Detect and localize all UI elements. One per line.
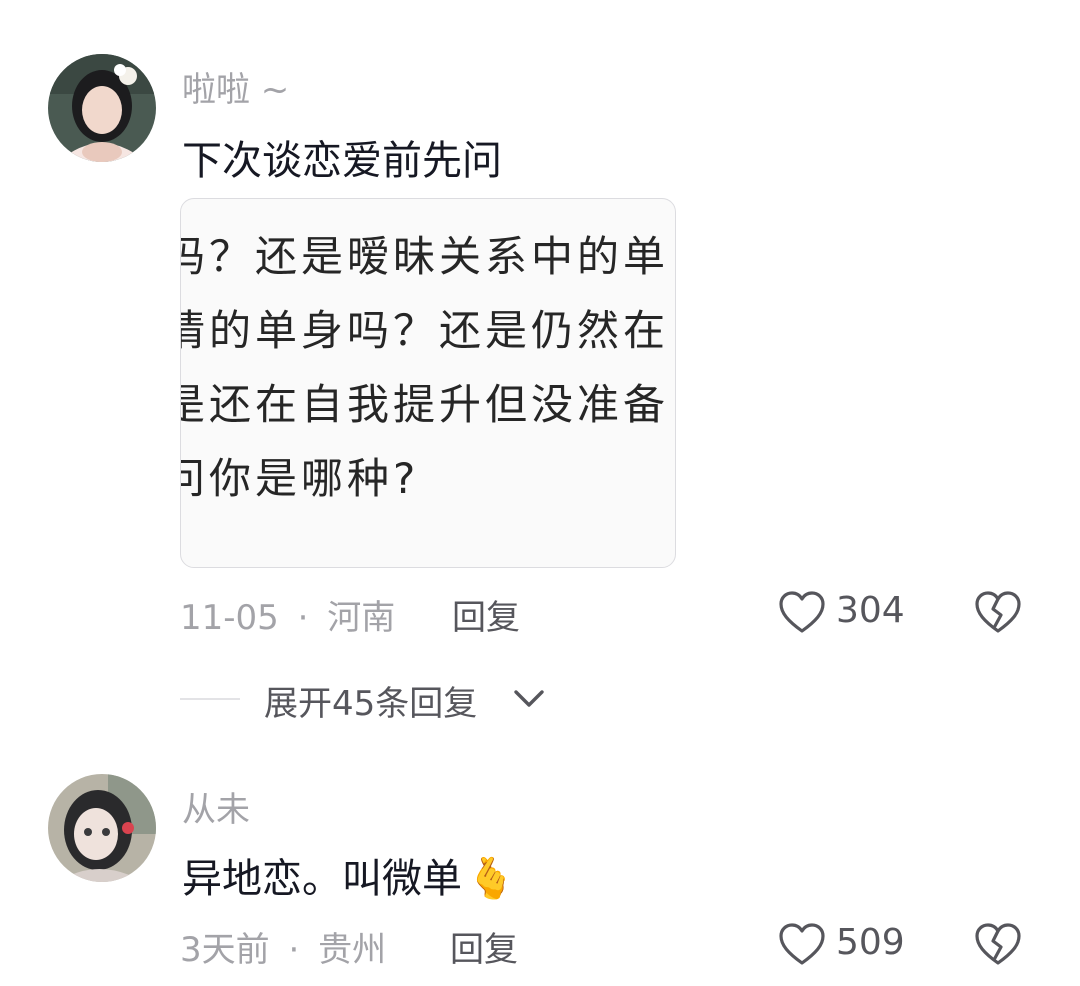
image-text-line: 是还在自我提升但没准备 [180, 380, 670, 429]
reply-button[interactable]: 回复 [450, 922, 518, 971]
heart-outline-icon[interactable] [778, 590, 826, 634]
comment-meta: 3天前 · 贵州 [180, 922, 386, 971]
image-text-line: 吗？还是暧昧关系中的单 [180, 232, 670, 281]
comment-username[interactable]: 从未 [182, 782, 250, 831]
comment-text-body: 异地恋。叫微单 [182, 856, 462, 902]
comment-image[interactable]: 吗？还是暧昧关系中的单 情的单身吗？还是仍然在 是还在自我提升但没准备 问你是哪… [180, 198, 676, 568]
like-count: 509 [836, 922, 905, 963]
broken-heart-icon[interactable] [974, 922, 1022, 966]
comment-location: 贵州 [318, 930, 387, 970]
comment-meta: 11-05 · 河南 [180, 590, 395, 639]
heart-outline-icon[interactable] [778, 922, 826, 966]
comment-location: 河南 [327, 598, 396, 638]
image-text-line: 问你是哪种? [180, 454, 420, 503]
avatar[interactable] [48, 54, 156, 162]
avatar[interactable] [48, 774, 156, 882]
comment-text: 下次谈恋爱前先问 [182, 138, 502, 184]
chevron-down-icon[interactable] [512, 684, 546, 712]
meta-separator: · [297, 598, 309, 638]
broken-heart-icon[interactable] [974, 590, 1022, 634]
comment-username[interactable]: 啦啦 ~ [182, 62, 289, 111]
comment-date: 3天前 [180, 930, 270, 970]
reply-button[interactable]: 回复 [452, 590, 520, 639]
comment-text: 异地恋。叫微单 🫰 [182, 846, 516, 904]
finger-heart-emoji: 🫰 [466, 856, 516, 902]
image-text-line: 情的单身吗？还是仍然在 [180, 306, 670, 355]
like-count: 304 [836, 590, 905, 631]
expand-replies-button[interactable]: 展开45条回复 [264, 676, 477, 725]
meta-separator: · [288, 930, 300, 970]
expand-divider [180, 698, 240, 700]
comment-date: 11-05 [180, 598, 279, 638]
